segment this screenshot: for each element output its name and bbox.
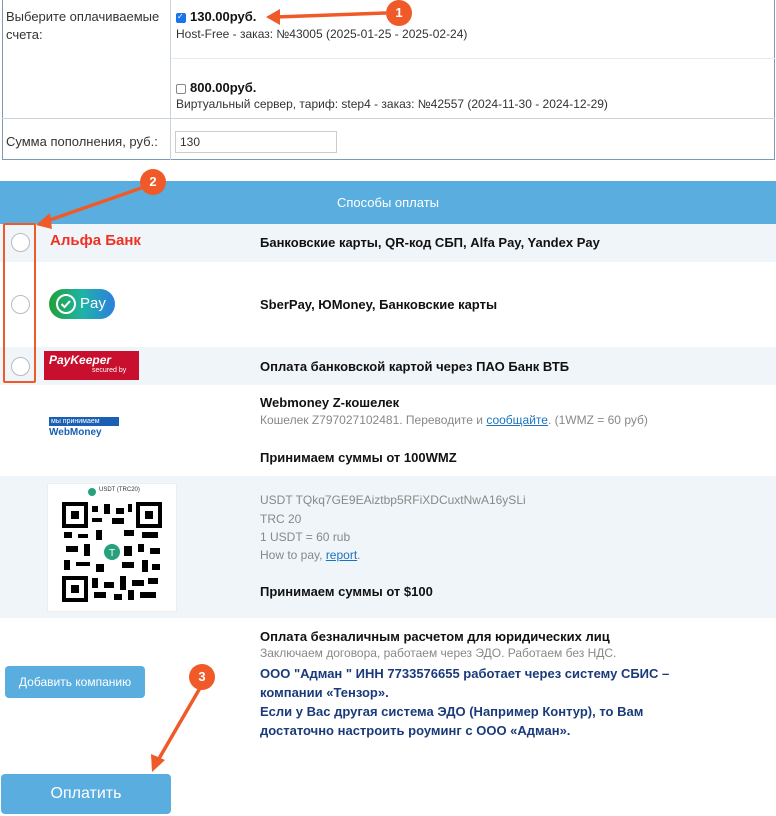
divider	[170, 0, 171, 118]
invoice-checkbox-43005[interactable]	[176, 12, 186, 23]
legal-text: Если у Вас другая система ЭДО (Например …	[260, 704, 644, 719]
legal-text: компании «Тензор».	[260, 685, 389, 700]
qr-icon: T	[62, 502, 162, 602]
sum-input[interactable]: 130	[175, 131, 337, 153]
legal-note: Заключаем договора, работаем через ЭДО. …	[260, 646, 617, 660]
method-title: SberPay, ЮMoney, Банковские карты	[260, 297, 498, 312]
method-title: Webmoney Z-кошелек	[260, 395, 400, 410]
sber-pay-logo: Pay	[49, 289, 115, 319]
invoice-description: Виртуальный сервер, тариф: step4 - заказ…	[176, 97, 608, 111]
legal-text: достаточно настроить роуминг с ООО «Адма…	[260, 723, 571, 738]
report-link[interactable]: сообщайте	[486, 413, 548, 427]
method-title: Оплата банковской картой через ПАО Банк …	[260, 359, 570, 374]
report-link[interactable]: report	[326, 548, 357, 562]
divider	[171, 58, 775, 59]
arrow-icon	[151, 687, 202, 772]
annotation-highlight	[3, 223, 36, 383]
svg-text:T: T	[109, 548, 115, 559]
legal-title: Оплата безналичным расчетом для юридичес…	[260, 629, 610, 644]
annotation-badge-2: 2	[140, 169, 166, 195]
tether-icon	[88, 488, 96, 496]
method-title: Банковские карты, QR-код СБП, Alfa Pay, …	[260, 235, 600, 250]
invoice-checkbox-42557[interactable]	[176, 84, 186, 94]
usdt-howto: How to pay, report.	[260, 548, 361, 562]
usdt-rate: 1 USDT = 60 rub	[260, 530, 351, 544]
webmoney-wallet-info: Кошелек Z797027102481. Переводите и сооб…	[260, 413, 648, 427]
webmoney-logo: мы принимаем WebMoney	[49, 417, 123, 441]
paykeeper-logo: PayKeeper secured by	[44, 351, 139, 380]
add-company-button[interactable]: Добавить компанию	[5, 666, 145, 698]
invoice-amount: 800.00руб.	[190, 80, 257, 95]
usdt-network: TRC 20	[260, 512, 302, 526]
invoice-amount: 130.00руб.	[190, 9, 257, 24]
sum-label: Сумма пополнения, руб.:	[6, 134, 158, 149]
legal-text: ООО "Адман " ИНН 7733576655 работает чер…	[260, 666, 670, 681]
annotation-badge-1: 1	[386, 0, 412, 26]
arrow-icon	[266, 9, 387, 25]
divider	[2, 118, 775, 119]
invoices-label: Выберите оплачиваемые счета:	[6, 9, 160, 42]
annotation-badge-3: 3	[189, 664, 215, 690]
pay-button[interactable]: Оплатить	[1, 774, 171, 814]
usdt-qr-code: USDT (TRC20) T	[47, 483, 177, 612]
webmoney-min: Принимаем суммы от 100WMZ	[260, 450, 457, 465]
usdt-address: USDT TQkq7GE9EAiztbp5RFiXDCuxtNwA16ySLi	[260, 493, 526, 507]
usdt-min: Принимаем суммы от $100	[260, 584, 433, 599]
divider	[170, 119, 171, 160]
